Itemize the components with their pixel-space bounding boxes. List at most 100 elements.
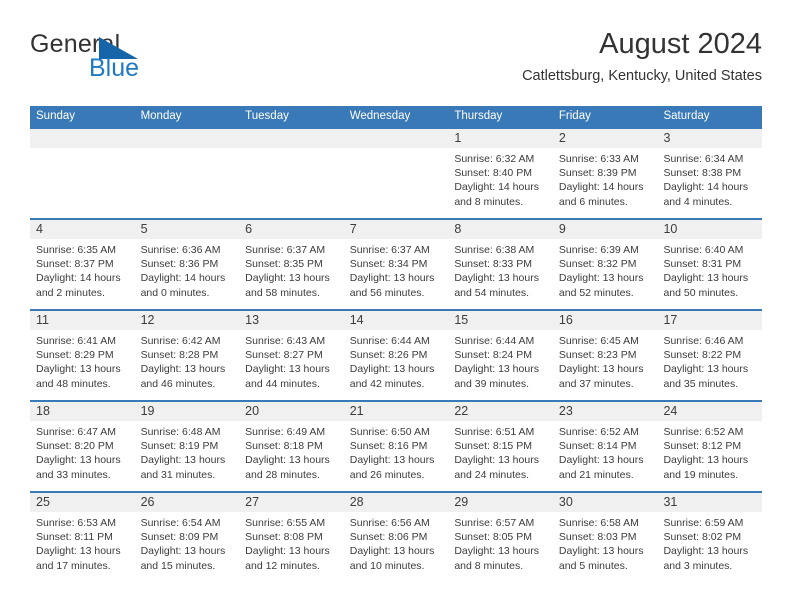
day-number[interactable]: 24: [657, 402, 762, 421]
day-number[interactable]: 18: [30, 402, 135, 421]
day-number[interactable]: 25: [30, 493, 135, 512]
day-cell[interactable]: Sunrise: 6:56 AM Sunset: 8:06 PM Dayligh…: [344, 512, 449, 582]
day-cell[interactable]: Sunrise: 6:54 AM Sunset: 8:09 PM Dayligh…: [135, 512, 240, 582]
sunset-text: Sunset: 8:26 PM: [349, 349, 428, 362]
sunrise-text: Sunrise: 6:52 AM: [663, 426, 744, 438]
day-number[interactable]: [135, 129, 240, 148]
day-number[interactable]: 1: [448, 129, 553, 148]
week-detail-band: Sunrise: 6:41 AM Sunset: 8:29 PM Dayligh…: [30, 330, 762, 400]
day-cell[interactable]: Sunrise: 6:41 AM Sunset: 8:29 PM Dayligh…: [30, 330, 135, 400]
day-number[interactable]: 16: [553, 311, 658, 330]
day-cell[interactable]: Sunrise: 6:37 AM Sunset: 8:34 PM Dayligh…: [344, 239, 449, 309]
sunrise-text: Sunrise: 6:52 AM: [558, 426, 639, 438]
day-cell[interactable]: Sunrise: 6:38 AM Sunset: 8:33 PM Dayligh…: [448, 239, 553, 309]
day-number[interactable]: 14: [344, 311, 449, 330]
day-cell[interactable]: Sunrise: 6:39 AM Sunset: 8:32 PM Dayligh…: [553, 239, 658, 309]
daylight-text: Daylight: 13 hours and 37 minutes.: [558, 363, 644, 390]
sunrise-text: Sunrise: 6:58 AM: [558, 517, 639, 529]
day-cell[interactable]: Sunrise: 6:47 AM Sunset: 8:20 PM Dayligh…: [30, 421, 135, 491]
week-detail-band: Sunrise: 6:35 AM Sunset: 8:37 PM Dayligh…: [30, 239, 762, 309]
day-number[interactable]: 11: [30, 311, 135, 330]
sunrise-text: Sunrise: 6:35 AM: [36, 244, 116, 256]
day-number[interactable]: 8: [448, 220, 553, 239]
daylight-text: Daylight: 13 hours and 42 minutes.: [349, 363, 435, 390]
day-number[interactable]: 10: [657, 220, 762, 239]
day-number[interactable]: 5: [135, 220, 240, 239]
day-cell[interactable]: Sunrise: 6:55 AM Sunset: 8:08 PM Dayligh…: [239, 512, 344, 582]
day-number[interactable]: 6: [239, 220, 344, 239]
day-number[interactable]: 23: [553, 402, 658, 421]
day-cell[interactable]: Sunrise: 6:58 AM Sunset: 8:03 PM Dayligh…: [553, 512, 658, 582]
brand-logo[interactable]: General Blue: [30, 32, 290, 94]
sunset-text: Sunset: 8:15 PM: [454, 440, 532, 453]
day-cell[interactable]: Sunrise: 6:40 AM Sunset: 8:31 PM Dayligh…: [657, 239, 762, 309]
daylight-text: Daylight: 13 hours and 44 minutes.: [245, 363, 330, 390]
daylight-text: Daylight: 13 hours and 15 minutes.: [140, 545, 226, 572]
day-cell[interactable]: Sunrise: 6:32 AM Sunset: 8:40 PM Dayligh…: [448, 148, 553, 218]
day-cell[interactable]: Sunrise: 6:52 AM Sunset: 8:12 PM Dayligh…: [657, 421, 762, 491]
day-number[interactable]: 19: [135, 402, 240, 421]
weekday-header-row: Sunday Monday Tuesday Wednesday Thursday…: [30, 106, 762, 127]
day-number[interactable]: 22: [448, 402, 553, 421]
sunset-text: Sunset: 8:33 PM: [454, 258, 532, 271]
sunrise-text: Sunrise: 6:38 AM: [454, 244, 535, 256]
day-cell[interactable]: Sunrise: 6:37 AM Sunset: 8:35 PM Dayligh…: [239, 239, 344, 309]
day-number[interactable]: 7: [344, 220, 449, 239]
day-cell[interactable]: Sunrise: 6:34 AM Sunset: 8:38 PM Dayligh…: [657, 148, 762, 218]
day-cell[interactable]: Sunrise: 6:35 AM Sunset: 8:37 PM Dayligh…: [30, 239, 135, 309]
day-number[interactable]: 17: [657, 311, 762, 330]
day-cell[interactable]: Sunrise: 6:44 AM Sunset: 8:26 PM Dayligh…: [344, 330, 449, 400]
day-cell[interactable]: [135, 148, 240, 218]
day-cell[interactable]: Sunrise: 6:49 AM Sunset: 8:18 PM Dayligh…: [239, 421, 344, 491]
day-cell[interactable]: Sunrise: 6:59 AM Sunset: 8:02 PM Dayligh…: [657, 512, 762, 582]
day-cell[interactable]: [239, 148, 344, 218]
day-cell[interactable]: Sunrise: 6:53 AM Sunset: 8:11 PM Dayligh…: [30, 512, 135, 582]
day-cell[interactable]: Sunrise: 6:33 AM Sunset: 8:39 PM Dayligh…: [553, 148, 658, 218]
day-number[interactable]: 4: [30, 220, 135, 239]
day-cell[interactable]: [30, 148, 135, 218]
day-number[interactable]: 13: [239, 311, 344, 330]
day-cell[interactable]: Sunrise: 6:50 AM Sunset: 8:16 PM Dayligh…: [344, 421, 449, 491]
day-cell[interactable]: Sunrise: 6:57 AM Sunset: 8:05 PM Dayligh…: [448, 512, 553, 582]
day-number[interactable]: [30, 129, 135, 148]
day-number[interactable]: 28: [344, 493, 449, 512]
sunset-text: Sunset: 8:24 PM: [454, 349, 532, 362]
day-number[interactable]: 3: [657, 129, 762, 148]
day-cell[interactable]: Sunrise: 6:48 AM Sunset: 8:19 PM Dayligh…: [135, 421, 240, 491]
day-number[interactable]: 20: [239, 402, 344, 421]
day-number[interactable]: 29: [448, 493, 553, 512]
sunset-text: Sunset: 8:05 PM: [454, 531, 532, 544]
day-number[interactable]: 21: [344, 402, 449, 421]
day-cell[interactable]: Sunrise: 6:46 AM Sunset: 8:22 PM Dayligh…: [657, 330, 762, 400]
day-number[interactable]: 30: [553, 493, 658, 512]
day-number[interactable]: [344, 129, 449, 148]
day-cell[interactable]: Sunrise: 6:43 AM Sunset: 8:27 PM Dayligh…: [239, 330, 344, 400]
day-cell[interactable]: Sunrise: 6:44 AM Sunset: 8:24 PM Dayligh…: [448, 330, 553, 400]
sunrise-text: Sunrise: 6:37 AM: [349, 244, 430, 256]
daylight-text: Daylight: 13 hours and 5 minutes.: [558, 545, 644, 572]
sunrise-text: Sunrise: 6:49 AM: [245, 426, 326, 438]
day-number[interactable]: 31: [657, 493, 762, 512]
day-number[interactable]: 9: [553, 220, 658, 239]
day-number[interactable]: 26: [135, 493, 240, 512]
day-cell[interactable]: Sunrise: 6:36 AM Sunset: 8:36 PM Dayligh…: [135, 239, 240, 309]
sunset-text: Sunset: 8:22 PM: [663, 349, 742, 362]
day-cell[interactable]: Sunrise: 6:51 AM Sunset: 8:15 PM Dayligh…: [448, 421, 553, 491]
day-number[interactable]: 12: [135, 311, 240, 330]
daylight-text: Daylight: 13 hours and 3 minutes.: [663, 545, 749, 572]
day-cell[interactable]: Sunrise: 6:52 AM Sunset: 8:14 PM Dayligh…: [553, 421, 658, 491]
daylight-text: Daylight: 13 hours and 10 minutes.: [349, 545, 435, 572]
sunset-text: Sunset: 8:02 PM: [663, 531, 742, 544]
day-number[interactable]: 2: [553, 129, 658, 148]
sunrise-text: Sunrise: 6:48 AM: [140, 426, 221, 438]
day-number[interactable]: 15: [448, 311, 553, 330]
daylight-text: Daylight: 13 hours and 28 minutes.: [245, 454, 330, 481]
day-cell[interactable]: Sunrise: 6:42 AM Sunset: 8:28 PM Dayligh…: [135, 330, 240, 400]
daylight-text: Daylight: 13 hours and 48 minutes.: [36, 363, 121, 390]
day-cell[interactable]: Sunrise: 6:45 AM Sunset: 8:23 PM Dayligh…: [553, 330, 658, 400]
daylight-text: Daylight: 13 hours and 19 minutes.: [663, 454, 749, 481]
day-cell[interactable]: [344, 148, 449, 218]
day-number[interactable]: [239, 129, 344, 148]
sunrise-text: Sunrise: 6:40 AM: [663, 244, 744, 256]
day-number[interactable]: 27: [239, 493, 344, 512]
